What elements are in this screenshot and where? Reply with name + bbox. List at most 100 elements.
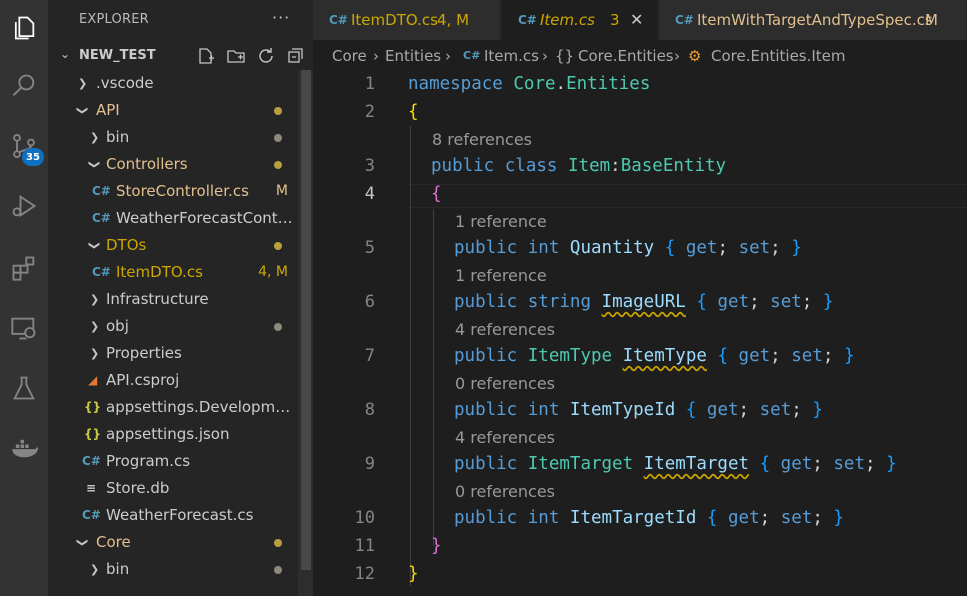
tree-folder-core[interactable]: ❯ Core — [48, 529, 298, 556]
breadcrumb-item[interactable]: Core.Entities.Item — [711, 40, 846, 72]
modified-dot — [274, 161, 282, 169]
tree-item-label: appsettings.Development.j... — [106, 398, 298, 416]
code-editor[interactable]: 1 2 3 4 5 6 7 8 9 10 11 12 namespace Cor… — [313, 72, 967, 596]
brace-token: } — [843, 346, 855, 366]
status-dot — [274, 134, 282, 142]
tree-folder-controllers[interactable]: ❯ Controllers — [48, 151, 298, 178]
run-debug-icon[interactable] — [8, 190, 40, 222]
json-file-icon: {} — [84, 400, 102, 414]
tree-file-weatherforecast[interactable]: C# WeatherForecast.cs — [48, 502, 298, 529]
docker-icon[interactable] — [8, 432, 40, 464]
punct-token: ; — [864, 454, 876, 474]
brace-token: { — [717, 346, 728, 366]
breadcrumb-item[interactable]: Core.Entities — [578, 40, 674, 72]
search-icon[interactable] — [8, 70, 40, 102]
property-token: ImageURL — [601, 292, 686, 312]
codelens-references[interactable]: 4 references — [455, 319, 555, 341]
extensions-icon[interactable] — [8, 252, 40, 284]
codelens-references[interactable]: 1 reference — [455, 211, 547, 233]
brace-token: } — [886, 454, 897, 474]
tab-label: ItemDTO.cs — [351, 11, 438, 29]
csharp-file-icon: C# — [463, 49, 481, 62]
codelens-references[interactable]: 1 reference — [455, 265, 547, 287]
close-icon[interactable]: ✕ — [630, 0, 643, 40]
code-line-4: { — [431, 182, 442, 206]
tab-label: Item.cs — [540, 11, 595, 29]
brace-token: { — [759, 454, 771, 474]
tree-folder-vscode[interactable]: ❯ .vscode — [48, 70, 298, 97]
tree-file-program[interactable]: C# Program.cs — [48, 448, 298, 475]
codelens-references[interactable]: 0 references — [455, 481, 555, 503]
tree-folder-obj[interactable]: ❯ obj — [48, 313, 298, 340]
brace-token: } — [431, 536, 442, 556]
tree-folder-api[interactable]: ❯ API — [48, 97, 298, 124]
tree-file-storecontroller[interactable]: C# StoreController.cs M — [48, 178, 298, 205]
brace-token: } — [408, 564, 419, 584]
tree-file-weatherforecastcontroller[interactable]: C# WeatherForecastControll... — [48, 205, 298, 232]
namespace-icon: {} — [555, 47, 575, 65]
punct-token: ; — [738, 400, 750, 420]
tree-file-itemdto[interactable]: C# ItemDTO.cs 4, M — [48, 259, 298, 286]
punct-token: ; — [812, 508, 823, 528]
property-token: ItemTarget — [643, 454, 750, 474]
tree-folder-dtos[interactable]: ❯ DTOs — [48, 232, 298, 259]
chevron-right-icon: ❯ — [90, 347, 100, 360]
refresh-icon[interactable] — [255, 45, 277, 67]
new-folder-icon[interactable] — [225, 45, 247, 67]
tree-item-label: obj — [106, 317, 129, 335]
line-number: 9 — [364, 454, 375, 474]
workspace-header[interactable]: ⌄ NEW_TEST — [48, 42, 313, 70]
line-number: 6 — [364, 292, 375, 312]
tree-file-appsettings[interactable]: {} appsettings.json — [48, 421, 298, 448]
codelens-references[interactable]: 0 references — [455, 373, 555, 395]
tree-item-label: Program.cs — [106, 452, 191, 470]
line-number: 4 — [364, 184, 375, 204]
tree-folder-properties[interactable]: ❯ Properties — [48, 340, 298, 367]
namespace-token: Entities — [566, 74, 651, 94]
codelens-references[interactable]: 8 references — [432, 129, 532, 151]
tree-file-store-db[interactable]: ≡ Store.db — [48, 475, 298, 502]
remote-explorer-icon[interactable] — [8, 312, 40, 344]
breadcrumb-item[interactable]: Core — [332, 40, 367, 72]
keyword-token: public — [454, 238, 518, 258]
tree-item-label: .vscode — [96, 74, 154, 92]
code-line-12: } — [408, 562, 419, 586]
status-dot — [274, 566, 282, 574]
modified-dot — [274, 539, 282, 547]
tab-item[interactable]: C# Item.cs 3 ✕ — [502, 0, 658, 40]
tab-itemwithtargetandtypespec[interactable]: C# ItemWithTargetAndTypeSpec.cs M — [659, 0, 967, 40]
tree-item-label: Properties — [106, 344, 182, 362]
csharp-file-icon: C# — [92, 184, 111, 198]
code-line-8: public int ItemTypeId { get; set; } — [454, 398, 823, 422]
keyword-token: get — [685, 238, 718, 258]
tree-file-appsettings-dev[interactable]: {} appsettings.Development.j... — [48, 394, 298, 421]
brace-token: { — [685, 400, 697, 420]
tree-file-api-csproj[interactable]: ◢ API.csproj — [48, 367, 298, 394]
testing-icon[interactable] — [8, 372, 40, 404]
keyword-token: namespace — [408, 74, 503, 94]
brace-token: { — [431, 184, 442, 204]
type-token: BaseEntity — [620, 156, 727, 176]
tree-folder-infrastructure[interactable]: ❯ Infrastructure — [48, 286, 298, 313]
tree-folder-bin[interactable]: ❯ bin — [48, 124, 298, 151]
codelens-references[interactable]: 4 references — [455, 427, 555, 449]
keyword-token: set — [780, 508, 813, 528]
code-line-2: { — [408, 100, 419, 124]
line-number: 8 — [364, 400, 375, 420]
tab-label: ItemWithTargetAndTypeSpec.cs — [697, 11, 933, 29]
indent-guide — [410, 126, 411, 586]
new-file-icon[interactable] — [195, 45, 217, 67]
explorer-icon[interactable] — [8, 12, 40, 44]
sidebar-scrollbar-thumb[interactable] — [301, 70, 311, 570]
keyword-token: string — [527, 292, 591, 312]
tree-item-label: bin — [106, 560, 130, 578]
more-actions-icon[interactable]: ··· — [272, 8, 290, 27]
breadcrumb-item[interactable]: Item.cs — [484, 40, 539, 72]
breadcrumb-item[interactable]: Entities — [385, 40, 441, 72]
punct-token: ; — [749, 292, 760, 312]
tab-itemdto[interactable]: C# ItemDTO.cs 4, M — [313, 0, 501, 40]
collapse-all-icon[interactable] — [285, 45, 307, 67]
indent-guide — [433, 209, 434, 546]
keyword-token: int — [527, 238, 560, 258]
tree-folder-core-bin[interactable]: ❯ bin — [48, 556, 298, 583]
